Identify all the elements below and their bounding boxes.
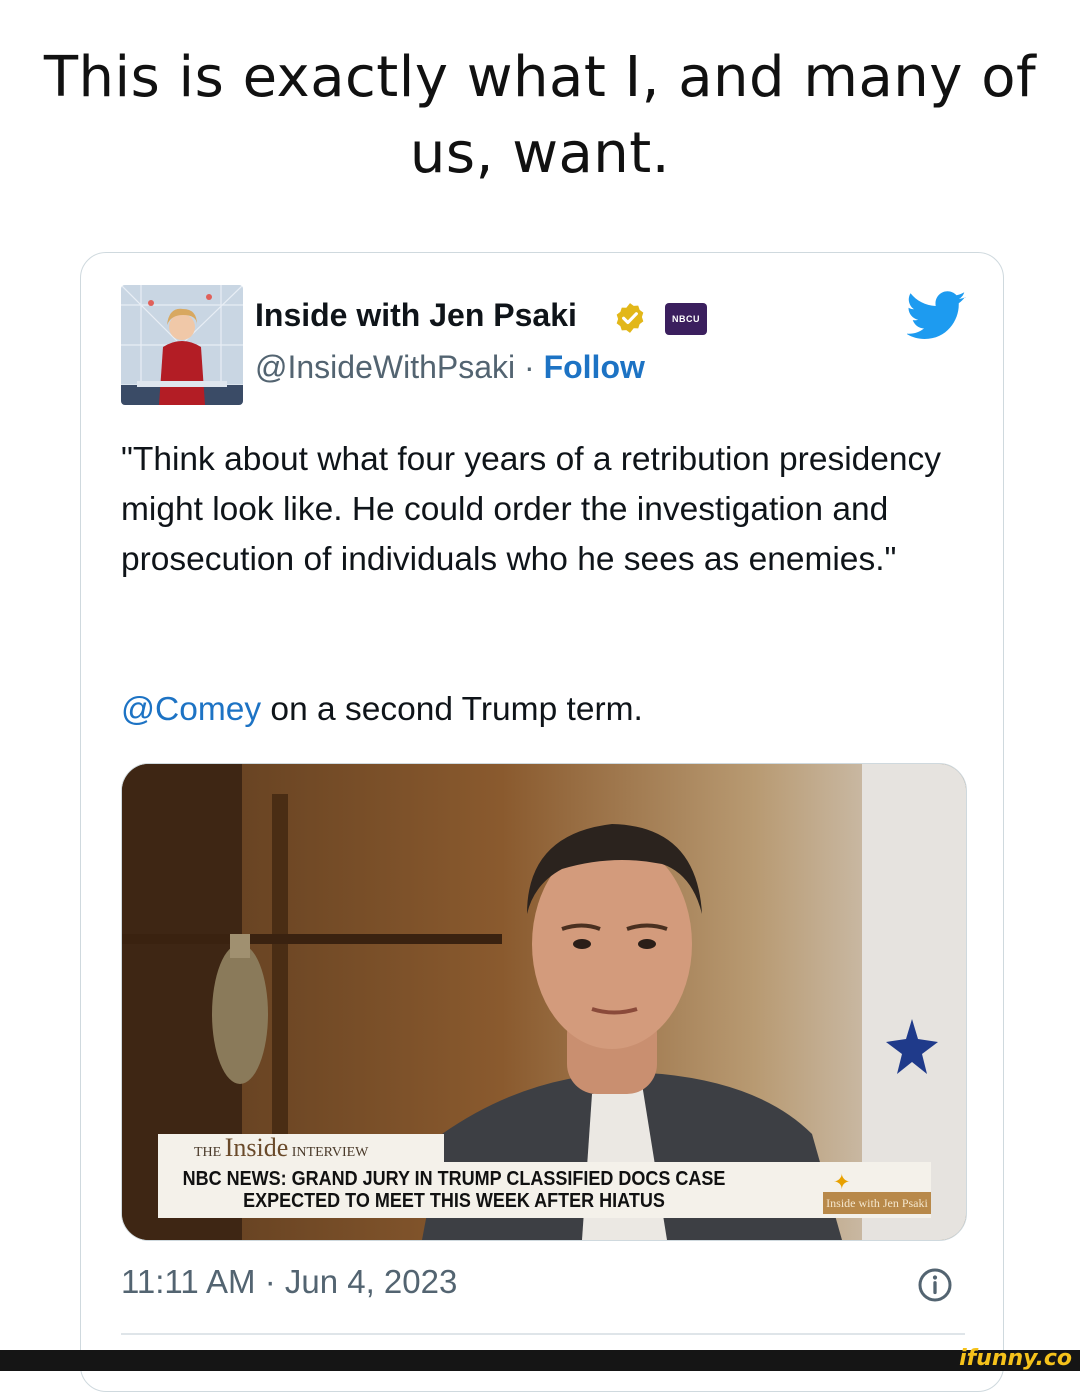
mention-link[interactable]: @Comey	[121, 691, 261, 728]
tweet-video[interactable]: THE Inside INTERVIEW NBC NEWS: GRAND JUR…	[121, 763, 967, 1241]
tweet-text: "Think about what four years of a retrib…	[121, 441, 942, 578]
tweet-timestamp[interactable]: 11:11 AM · Jun 4, 2023	[121, 1263, 457, 1301]
avatar-image	[121, 285, 243, 405]
author-handle[interactable]: @InsideWithPsaki	[255, 349, 515, 385]
chyron-show-name: Inside	[224, 1133, 289, 1162]
verified-badge-icon	[616, 303, 644, 333]
separator-dot: ·	[515, 349, 544, 385]
affiliate-badge: NBCU	[665, 303, 707, 335]
chyron-headline-line1: NBC NEWS: GRAND JURY IN TRUMP CLASSIFIED…	[182, 1168, 726, 1190]
handle-line: @InsideWithPsaki · Follow	[255, 349, 645, 386]
tweet-text-second-paragraph: @Comey on a second Trump term.	[121, 685, 643, 735]
author-avatar[interactable]	[121, 285, 243, 405]
twitter-bird-icon[interactable]	[907, 291, 967, 341]
chyron-show-suffix: INTERVIEW	[291, 1145, 369, 1160]
mention-trailing-text: on a second Trump term.	[261, 691, 643, 728]
chyron-headline: NBC NEWS: GRAND JURY IN TRUMP CLASSIFIED…	[166, 1168, 742, 1212]
follow-button[interactable]: Follow	[544, 349, 645, 385]
tweet-card[interactable]: Inside with Jen Psaki NBCU @InsideWithPs…	[80, 252, 1004, 1392]
chyron-show-title: THE Inside INTERVIEW	[158, 1134, 444, 1162]
watermark-bar	[0, 1350, 1080, 1371]
news-chyron: NBC NEWS: GRAND JURY IN TRUMP CLASSIFIED…	[158, 1162, 931, 1218]
chyron-show-prefix: THE	[194, 1145, 222, 1160]
tweet-divider	[121, 1333, 965, 1335]
info-icon[interactable]	[917, 1267, 953, 1303]
chyron-headline-line2: EXPECTED TO MEET THIS WEEK AFTER HIATUS	[243, 1190, 665, 1212]
author-name[interactable]: Inside with Jen Psaki	[255, 297, 577, 334]
meme-caption: This is exactly what I, and many of us, …	[43, 45, 1037, 186]
watermark-logo: ifunny.co	[959, 1346, 1072, 1371]
show-tag: Inside with Jen Psaki	[823, 1192, 931, 1214]
